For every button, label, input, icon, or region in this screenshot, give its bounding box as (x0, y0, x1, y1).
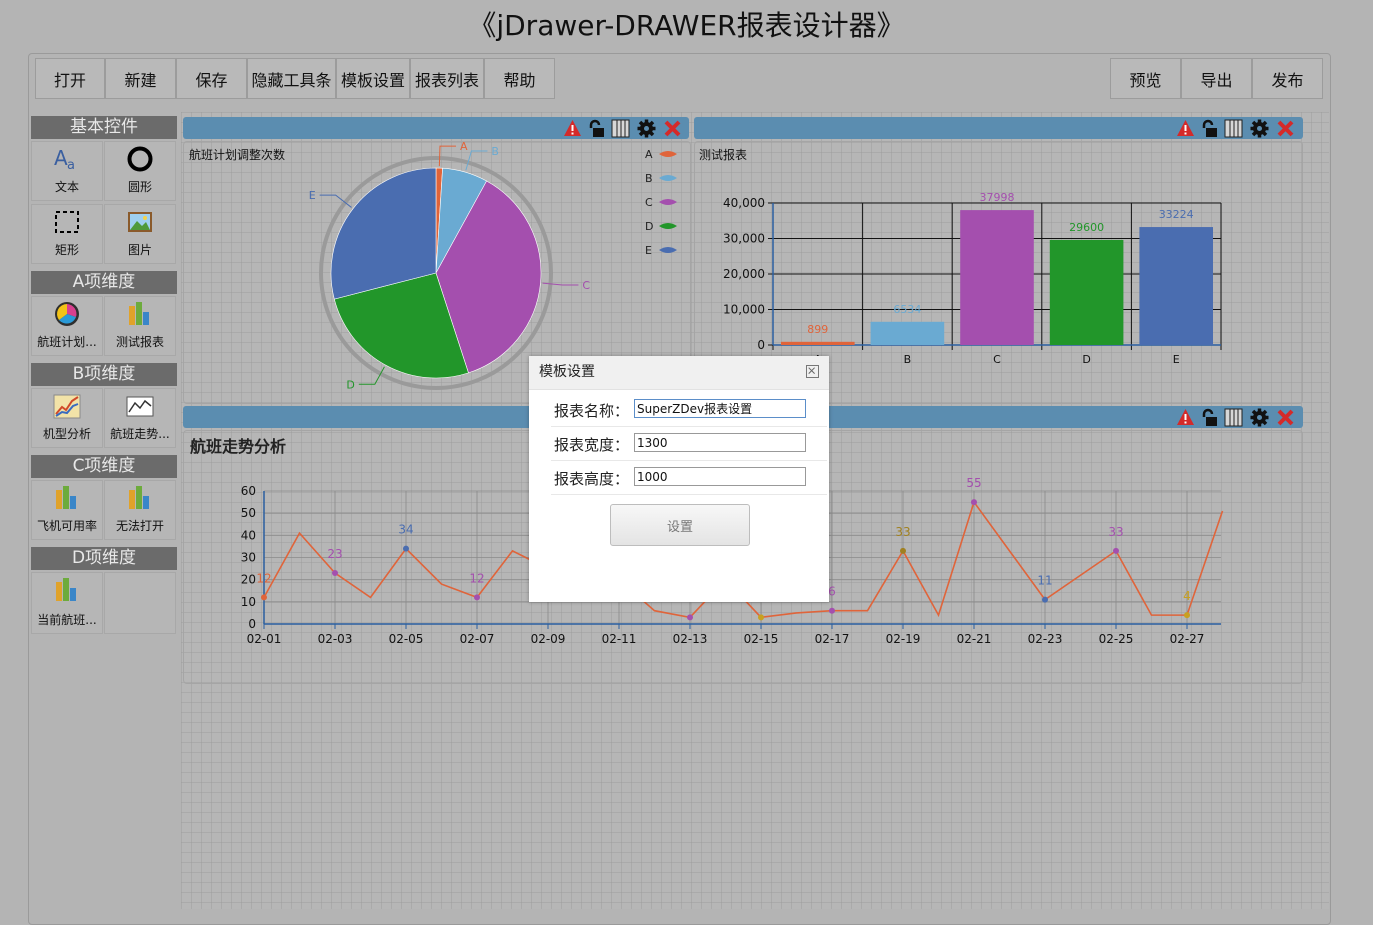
unlock-icon[interactable] (1200, 119, 1219, 138)
line-chart-icon (126, 396, 154, 417)
bar-chart-icon (56, 578, 76, 601)
hide-toolbar-button[interactable]: 隐藏工具条 (247, 58, 336, 99)
warning-icon[interactable] (1176, 408, 1195, 427)
report-width-row: 报表宽度： (551, 430, 827, 461)
columns-icon[interactable] (1224, 119, 1243, 138)
palette-item-text[interactable]: Aa 文本 (31, 141, 103, 201)
report-name-input[interactable] (634, 399, 806, 418)
dialog-title: 模板设置 (539, 364, 595, 380)
gear-icon[interactable] (1250, 408, 1269, 427)
palette-item-label: 测试报表 (115, 335, 164, 349)
preview-button[interactable]: 预览 (1110, 58, 1181, 99)
dialog-header: 模板设置 (529, 356, 829, 390)
save-button[interactable]: 保存 (176, 58, 247, 99)
palette-item-label: 圆形 (127, 180, 152, 194)
svg-text:a: a (67, 158, 75, 173)
palette-item-flight-plan[interactable]: 航班计划... (31, 296, 103, 356)
help-button[interactable]: 帮助 (484, 58, 555, 99)
unlock-icon[interactable] (587, 119, 606, 138)
pie-panel-header[interactable] (183, 117, 689, 139)
pie-chart-icon (55, 302, 79, 326)
palette-group-basic: 基本控件 (31, 116, 177, 139)
warning-icon[interactable] (563, 119, 582, 138)
palette-item-label: 无法打开 (115, 519, 164, 533)
close-icon[interactable] (1276, 408, 1295, 427)
bar-chart-icon (129, 302, 149, 325)
palette-item-rectangle[interactable]: 矩形 (31, 204, 103, 264)
text-icon: Aa (54, 146, 75, 173)
template-settings-dialog: 模板设置 报表名称： 报表宽度： 报表高度： 设置 (529, 356, 829, 602)
picture-icon (128, 212, 152, 232)
palette-item-circle[interactable]: 圆形 (104, 141, 176, 201)
columns-icon[interactable] (611, 119, 630, 138)
close-icon[interactable] (663, 119, 682, 138)
palette-item-label: 飞机可用率 (36, 519, 97, 533)
palette-group-b: B项维度 (31, 363, 177, 386)
palette-item-label: 图片 (127, 243, 152, 257)
export-button[interactable]: 导出 (1181, 58, 1252, 99)
palette-item-label: 航班走势... (110, 427, 170, 441)
gear-icon[interactable] (637, 119, 656, 138)
palette-group-a: A项维度 (31, 271, 177, 294)
circle-icon (127, 146, 153, 172)
open-button[interactable]: 打开 (35, 58, 105, 99)
palette-item-label: 矩形 (54, 243, 79, 257)
palette-group-c: C项维度 (31, 455, 177, 478)
palette-item-test-report[interactable]: 测试报表 (104, 296, 176, 356)
report-name-label: 报表名称： (554, 402, 630, 420)
publish-button[interactable]: 发布 (1252, 58, 1323, 99)
palette-item-label: 当前航班... (37, 613, 97, 627)
close-icon[interactable] (806, 365, 819, 378)
palette-group-d: D项维度 (31, 547, 177, 570)
report-height-label: 报表高度： (554, 470, 630, 488)
palette-item-label: 文本 (54, 180, 79, 194)
warning-icon[interactable] (1176, 119, 1195, 138)
palette-item-aircraft-availability[interactable]: 飞机可用率 (31, 480, 103, 540)
palette-item-label: 航班计划... (37, 335, 97, 349)
rectangle-icon (55, 211, 79, 233)
page-title: 《jDrawer-DRAWER报表设计器》 (468, 9, 905, 42)
template-settings-button[interactable]: 模板设置 (336, 58, 410, 99)
close-icon[interactable] (1276, 119, 1295, 138)
gear-icon[interactable] (1250, 119, 1269, 138)
svg-text:A: A (54, 146, 68, 170)
palette-item-label: 机型分析 (42, 427, 91, 441)
report-name-row: 报表名称： (551, 396, 827, 427)
apply-settings-button[interactable]: 设置 (610, 504, 750, 546)
report-list-button[interactable]: 报表列表 (410, 58, 484, 99)
report-height-input[interactable] (634, 467, 806, 486)
palette-item-current-flight[interactable]: 当前航班... (31, 572, 103, 634)
report-height-row: 报表高度： (551, 464, 827, 495)
bar-chart-icon (56, 486, 76, 509)
palette-item-flight-trend[interactable]: 航班走势... (104, 388, 176, 448)
report-width-input[interactable] (634, 433, 806, 452)
palette-empty-cell (104, 572, 176, 634)
new-button[interactable]: 新建 (105, 58, 176, 99)
bar-panel-header[interactable] (694, 117, 1303, 139)
palette-item-aircraft-analysis[interactable]: 机型分析 (31, 388, 103, 448)
bar-chart-icon (129, 486, 149, 509)
report-width-label: 报表宽度： (554, 436, 630, 454)
unlock-icon[interactable] (1200, 408, 1219, 427)
palette-item-cannot-open[interactable]: 无法打开 (104, 480, 176, 540)
line-chart-icon (53, 394, 81, 419)
columns-icon[interactable] (1224, 408, 1243, 427)
palette-item-picture[interactable]: 图片 (104, 204, 176, 264)
